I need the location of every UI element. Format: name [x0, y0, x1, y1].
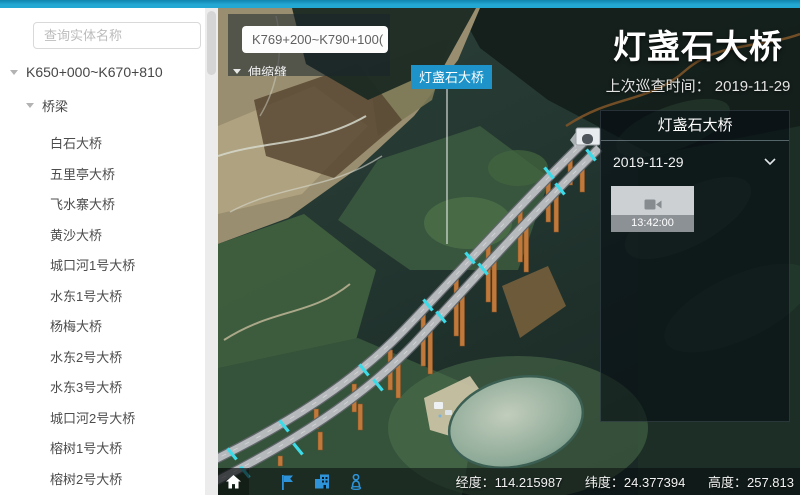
longitude-value: 经度：114.215987	[456, 475, 563, 490]
tree-caret-icon	[26, 103, 34, 108]
map-viewport[interactable]: K769+200~K790+100( 伸缩缝 灯盏石大桥 灯盏石大桥 上次巡查时…	[218, 8, 800, 495]
coordinate-readout: 经度：114.215987 纬度：24.377394 高度：257.813	[456, 472, 800, 491]
page-title: 灯盏石大桥	[600, 20, 796, 68]
bridge-list-item[interactable]: 城口河2号大桥	[0, 404, 205, 435]
map-status-bar: 经度：114.215987 纬度：24.377394 高度：257.813	[218, 468, 800, 495]
flag-icon	[280, 474, 295, 490]
bridge-list-item[interactable]: 水东3号大桥	[0, 373, 205, 404]
bridge-list-item[interactable]: 榕树1号大桥	[0, 434, 205, 465]
bridge-list-item[interactable]: 白石大桥	[0, 129, 205, 160]
bridge-title-block: 灯盏石大桥 上次巡查时间： 2019-11-29	[600, 20, 796, 96]
altitude-value: 高度：257.813	[708, 475, 794, 490]
entity-sidebar: K650+000~K670+810 桥梁 白石大桥 五里亭大桥 飞水寨大桥 黄沙…	[0, 8, 218, 495]
bridge-list-item[interactable]: 榕树2号大桥	[0, 465, 205, 495]
bridge-list-item[interactable]: 水东2号大桥	[0, 343, 205, 374]
home-button[interactable]	[218, 468, 249, 495]
bridge-list-item[interactable]: 黄沙大桥	[0, 221, 205, 252]
bridge-list-item[interactable]: 五里亭大桥	[0, 160, 205, 191]
tree-node-label: K650+000~K670+810	[26, 64, 163, 80]
layer-label: 伸缩缝	[248, 62, 287, 76]
video-camera-icon	[644, 198, 662, 211]
bridge-list-item[interactable]: 水东1号大桥	[0, 282, 205, 313]
inspection-date: 2019-11-29	[613, 154, 684, 170]
pegman-icon	[349, 474, 363, 490]
range-select[interactable]: K769+200~K790+100(	[242, 26, 388, 53]
building-structure	[434, 402, 443, 409]
bridge-list-item[interactable]: 飞水寨大桥	[0, 190, 205, 221]
range-filter-panel: K769+200~K790+100( 伸缩缝	[228, 14, 390, 76]
building-button[interactable]	[313, 473, 330, 490]
inspection-date-row[interactable]: 2019-11-29	[601, 152, 789, 172]
flag-button[interactable]	[279, 473, 296, 490]
inspection-panel: 灯盏石大桥 2019-11-29 13:42:00	[600, 110, 790, 422]
tree-caret-icon	[233, 69, 241, 74]
last-patrol-time: 上次巡查时间： 2019-11-29	[600, 75, 796, 96]
panel-header: 灯盏石大桥	[601, 111, 789, 141]
thumbnail-timestamp: 13:42:00	[611, 215, 694, 232]
home-icon	[226, 475, 241, 489]
latitude-value: 纬度：24.377394	[585, 475, 685, 490]
chevron-down-icon[interactable]	[763, 157, 777, 166]
tree-caret-icon	[10, 70, 18, 75]
inspection-video-thumbnail[interactable]: 13:42:00	[611, 186, 694, 232]
tree-node-route[interactable]: K650+000~K670+810	[0, 61, 205, 83]
bridge-list: 白石大桥 五里亭大桥 飞水寨大桥 黄沙大桥 城口河1号大桥 水东1号大桥 杨梅大…	[0, 129, 205, 495]
tree-node-bridges[interactable]: 桥梁	[0, 94, 205, 116]
building-icon	[314, 474, 330, 489]
search-input[interactable]	[33, 22, 201, 49]
layer-node-expansion-joint[interactable]: 伸缩缝	[233, 62, 287, 76]
bridge-monitoring-app: K650+000~K670+810 桥梁 白石大桥 五里亭大桥 飞水寨大桥 黄沙…	[0, 0, 800, 495]
map-bridge-tag[interactable]: 灯盏石大桥	[411, 65, 492, 89]
bridge-list-item[interactable]: 城口河1号大桥	[0, 251, 205, 282]
bridge-list-item[interactable]: 杨梅大桥	[0, 312, 205, 343]
scrollbar-thumb[interactable]	[207, 11, 216, 75]
tree-node-label: 桥梁	[42, 96, 68, 115]
sidebar-scrollbar[interactable]	[205, 8, 218, 495]
pegman-button[interactable]	[347, 473, 364, 490]
top-accent-bar	[0, 0, 800, 8]
